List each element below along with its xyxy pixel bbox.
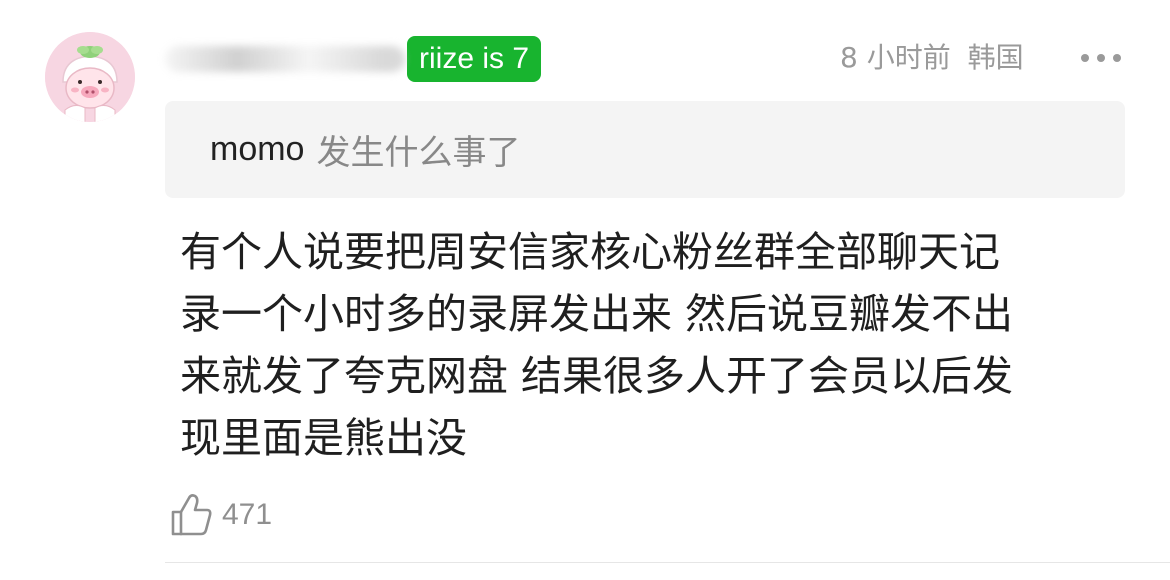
quoted-username[interactable]: momo bbox=[210, 130, 304, 169]
comment-body-line: 有个人说要把周安信家核心粉丝群全部聊天记 bbox=[180, 228, 1000, 276]
thumbs-up-icon bbox=[171, 494, 212, 536]
comment-meta: 8 小时前 韩国 bbox=[840, 40, 1024, 76]
avatar[interactable] bbox=[45, 32, 135, 122]
quoted-reply[interactable]: momo 发生什么事了 bbox=[165, 101, 1125, 198]
username-row: riize is 7 bbox=[165, 36, 542, 82]
comment-body-line: 来就发了夸克网盘 结果很多人开了会员以后发 bbox=[180, 352, 1014, 400]
comment-body-line: 现里面是熊出没 bbox=[180, 414, 467, 462]
comment-body: 有个人说要把周安信家核心粉丝群全部聊天记 录一个小时多的录屏发出来 然后说豆瓣发… bbox=[180, 221, 1100, 469]
quoted-text: 发生什么事了 bbox=[316, 133, 521, 173]
comment-time: 8 小时前 bbox=[840, 41, 951, 74]
comment-card: riize is 7 8 小时前 韩国 momo 发生什么事了 有个人说要把周安… bbox=[0, 0, 1170, 580]
more-icon[interactable] bbox=[1078, 46, 1124, 70]
comment-body-line: 录一个小时多的录屏发出来 然后说豆瓣发不出 bbox=[180, 290, 1014, 338]
divider bbox=[165, 562, 1170, 563]
like-button[interactable]: 471 bbox=[168, 490, 272, 540]
like-count: 471 bbox=[222, 498, 273, 531]
comment-location: 韩国 bbox=[967, 41, 1024, 74]
pig-avatar-icon bbox=[45, 32, 135, 122]
fan-badge[interactable]: riize is 7 bbox=[407, 36, 542, 82]
username-obscured[interactable] bbox=[165, 46, 405, 72]
